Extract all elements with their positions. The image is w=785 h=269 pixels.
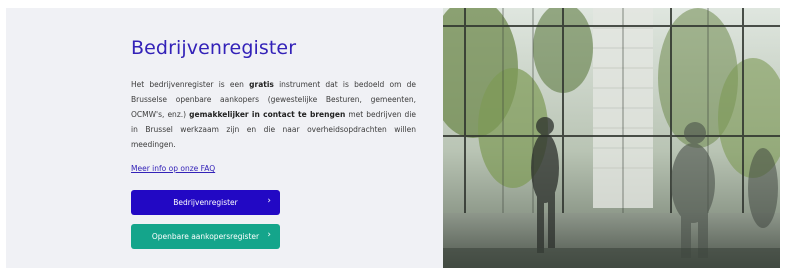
description-bold-2: gemakkelijker in contact te brengen bbox=[189, 110, 346, 119]
description-text-1: Het bedrijvenregister is een bbox=[131, 80, 250, 89]
hero-photo bbox=[443, 8, 780, 268]
hero-description: Het bedrijvenregister is een gratis inst… bbox=[131, 77, 416, 152]
description-bold-1: gratis bbox=[249, 80, 274, 89]
faq-link[interactable]: Meer info op onze FAQ bbox=[131, 163, 416, 175]
bedrijvenregister-button[interactable]: Bedrijvenregister › bbox=[131, 190, 280, 215]
chevron-right-icon: › bbox=[267, 230, 271, 240]
aankopersregister-button[interactable]: Openbare aankopersregister › bbox=[131, 224, 280, 249]
hero-content: Bedrijvenregister Het bedrijvenregister … bbox=[131, 35, 416, 249]
page-title: Bedrijvenregister bbox=[131, 37, 297, 59]
hero-text-panel: Bedrijvenregister Het bedrijvenregister … bbox=[6, 8, 443, 268]
bedrijvenregister-button-label: Bedrijvenregister bbox=[173, 198, 238, 207]
office-lobby-photo bbox=[443, 8, 780, 268]
aankopersregister-button-label: Openbare aankopersregister bbox=[151, 232, 260, 241]
hero-section: Bedrijvenregister Het bedrijvenregister … bbox=[6, 8, 780, 268]
chevron-right-icon: › bbox=[267, 196, 271, 206]
